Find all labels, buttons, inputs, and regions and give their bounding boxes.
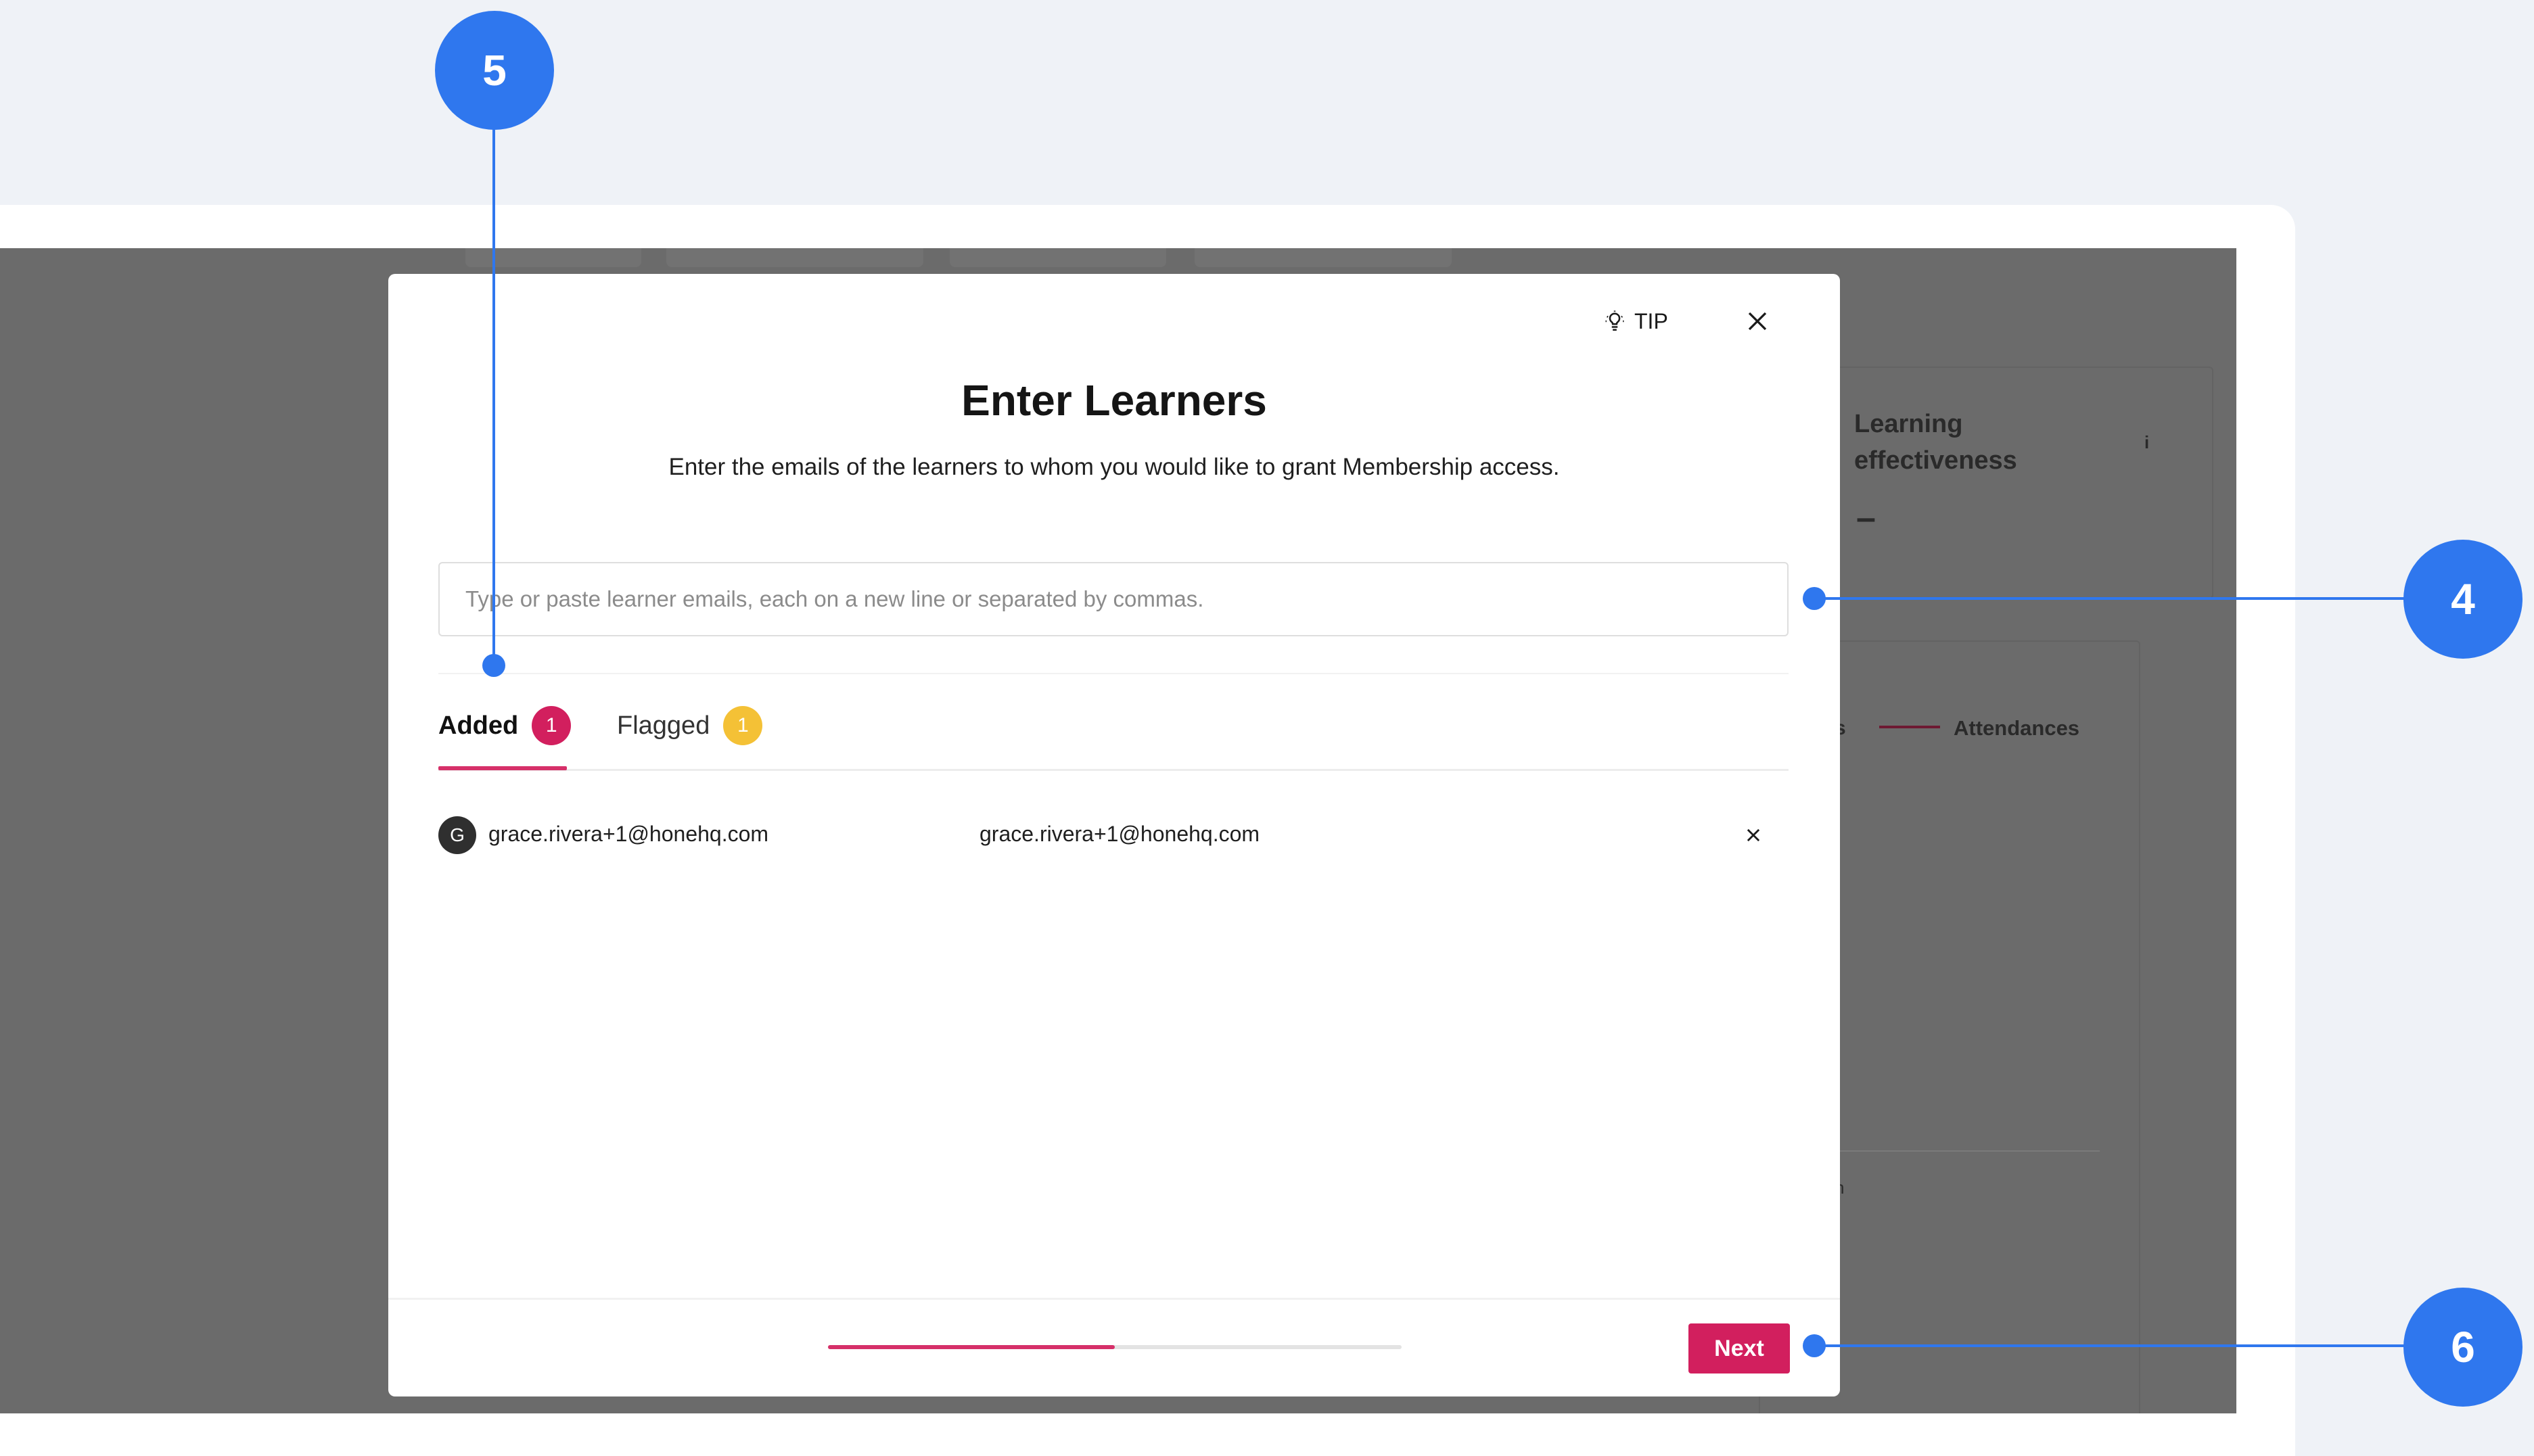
modal-title: Enter Learners bbox=[961, 376, 1267, 425]
added-count-badge: 1 bbox=[532, 706, 572, 745]
tabs-divider bbox=[438, 769, 1789, 771]
step-progress-bar bbox=[828, 1345, 1402, 1349]
tip-button[interactable]: TIP bbox=[1603, 304, 1668, 339]
background-tab bbox=[666, 248, 923, 267]
background-card-title: Learning effectiveness bbox=[1854, 410, 2017, 475]
background-card-value: – bbox=[1856, 498, 1876, 538]
close-icon bbox=[1748, 312, 1767, 331]
learner-name: grace.rivera+1@honehq.com bbox=[980, 822, 1260, 846]
annotation-6-dot bbox=[1803, 1334, 1826, 1357]
active-tab-indicator bbox=[438, 766, 567, 770]
annotation-4-line bbox=[1813, 597, 2408, 600]
annotation-4-dot bbox=[1803, 587, 1826, 610]
enter-learners-modal: TIP Enter Learners Enter the emails of t… bbox=[388, 274, 1840, 1396]
step-progress-fill bbox=[828, 1345, 1115, 1349]
learner-email: grace.rivera+1@honehq.com bbox=[488, 822, 769, 846]
lightbulb-icon bbox=[1605, 310, 1624, 331]
learner-row: G grace.rivera+1@honehq.com grace.rivera… bbox=[438, 809, 1789, 861]
annotation-5-marker: 5 bbox=[435, 11, 554, 130]
next-button[interactable]: Next bbox=[1688, 1323, 1790, 1373]
background-legend-swatch bbox=[1879, 726, 1940, 728]
annotation-5-line bbox=[492, 128, 495, 666]
learner-emails-input[interactable] bbox=[438, 562, 1789, 636]
tab-flagged-label: Flagged bbox=[617, 711, 710, 740]
tab-added-label: Added bbox=[438, 711, 519, 740]
close-modal-button[interactable] bbox=[1738, 302, 1776, 340]
modal-subtitle: Enter the emails of the learners to whom… bbox=[668, 454, 1560, 480]
background-tab bbox=[950, 248, 1166, 267]
footer-divider bbox=[388, 1298, 1840, 1300]
tab-added[interactable]: Added 1 bbox=[438, 700, 572, 751]
background-tab bbox=[465, 248, 641, 267]
background-info-icon: i bbox=[2144, 432, 2150, 452]
flagged-count-badge: 1 bbox=[723, 706, 763, 745]
background-tab bbox=[1195, 248, 1452, 267]
background-legend-label: Attendances bbox=[1954, 716, 2080, 740]
annotation-5-dot bbox=[482, 654, 505, 677]
close-icon bbox=[1747, 828, 1760, 842]
annotation-6-marker: 6 bbox=[2403, 1288, 2523, 1407]
tip-label: TIP bbox=[1634, 308, 1668, 333]
background-chart-axis bbox=[1840, 1150, 2100, 1152]
annotation-6-line bbox=[1813, 1344, 2408, 1347]
remove-learner-button[interactable] bbox=[1734, 816, 1772, 854]
avatar: G bbox=[438, 816, 476, 854]
annotation-4-marker: 4 bbox=[2403, 540, 2523, 659]
divider bbox=[438, 673, 1789, 674]
tab-flagged[interactable]: Flagged 1 bbox=[617, 700, 763, 751]
